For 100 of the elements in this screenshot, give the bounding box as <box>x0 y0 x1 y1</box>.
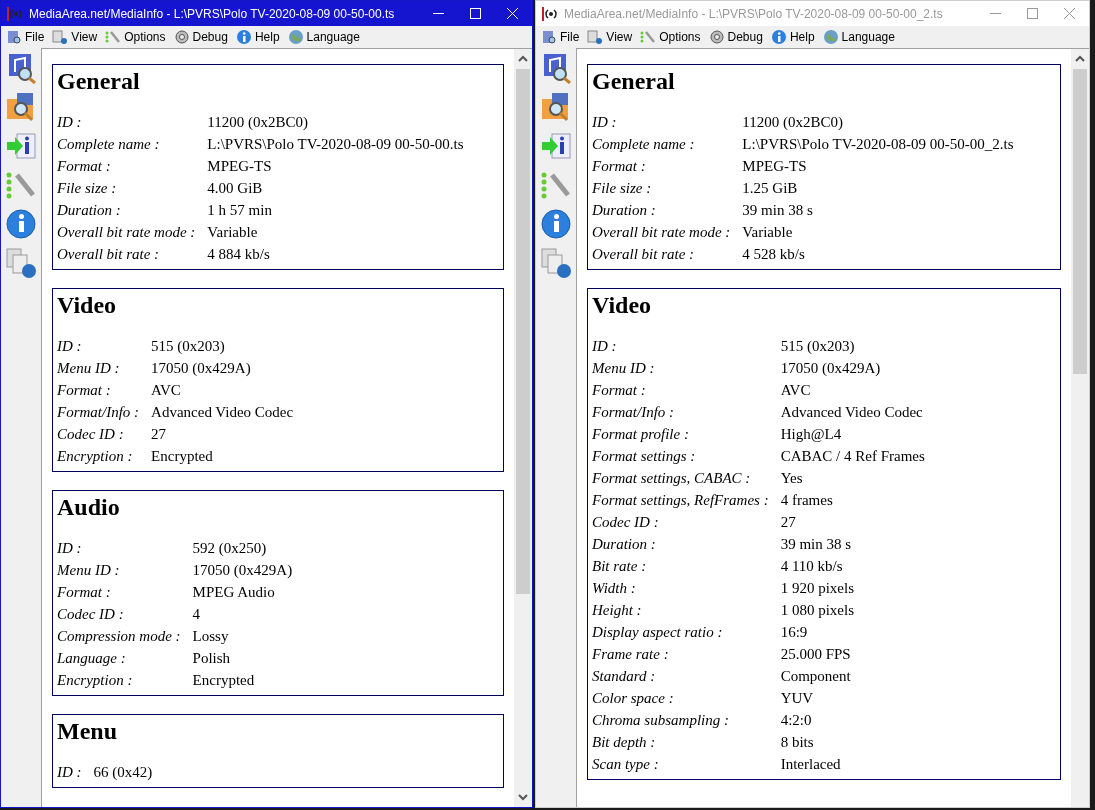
field-label: Menu ID : <box>57 559 193 581</box>
menu-item[interactable]: Debug <box>170 28 231 46</box>
menu-item[interactable]: Debug <box>705 28 766 46</box>
info-icon <box>235 29 252 45</box>
field-value: Yes <box>780 469 804 488</box>
field-label: Duration : <box>592 201 657 220</box>
field-label: Format : <box>57 155 208 177</box>
field-value: 1 920 pixels <box>780 579 855 598</box>
field-label: Duration : <box>57 201 122 220</box>
arrow-info-icon[interactable] <box>540 130 572 162</box>
field-value: Variable <box>207 223 259 242</box>
field-label: Format settings, RefFrames : <box>592 489 781 511</box>
field-label: Format : <box>592 155 743 177</box>
scrollbar[interactable] <box>514 49 532 807</box>
field-value: 4 110 kb/s <box>780 557 844 576</box>
menu-item[interactable]: File <box>538 28 583 46</box>
menu-item[interactable]: Options <box>637 28 704 46</box>
field-value: 515 (0x203) <box>151 337 226 356</box>
field-value: 16:9 <box>780 623 809 642</box>
window-title: MediaArea.net/MediaInfo - L:\PVRS\Polo TV-2020-08-09 00-50-00_2.ts <box>564 5 943 23</box>
field-label: Encryption : <box>57 445 152 467</box>
menu-item[interactable]: View <box>49 28 101 46</box>
documents-icon <box>52 29 69 45</box>
field-value: 4:2:0 <box>780 711 813 730</box>
section-heading: Video <box>592 291 653 320</box>
field-value: 17050 (0x429A) <box>192 561 293 580</box>
arrow-info-icon[interactable] <box>5 130 37 162</box>
app-icon <box>542 5 558 22</box>
field-value: Polish <box>192 649 232 668</box>
info-icon <box>770 29 787 45</box>
field-label: Language : <box>57 647 193 669</box>
wrench-icon <box>105 29 122 45</box>
field-value: Advanced Video Codec <box>780 403 924 422</box>
section-heading: General <box>592 67 676 96</box>
field-value: 1.25 GiB <box>742 179 799 198</box>
field-value: MPEG-TS <box>207 157 273 176</box>
field-label: Color space : <box>592 687 781 709</box>
menu-item[interactable]: View <box>584 28 636 46</box>
field-value: Variable <box>742 223 794 242</box>
section-heading: Menu <box>57 717 118 746</box>
field-value: 1 080 pixels <box>780 601 855 620</box>
field-label: Codec ID : <box>57 423 152 445</box>
field-value: 1 h 57 min <box>207 201 273 220</box>
field-label: ID : <box>592 113 618 132</box>
field-label: Overall bit rate mode : <box>592 221 743 243</box>
field-label: Format profile : <box>592 423 781 445</box>
field-value: AVC <box>151 381 182 400</box>
field-value: Encrypted <box>192 671 256 690</box>
menu-item[interactable]: Help <box>232 28 283 46</box>
field-label: Bit depth : <box>592 731 781 753</box>
menu-item[interactable]: Language <box>819 28 898 46</box>
section-heading: Audio <box>57 493 121 522</box>
field-label: Overall bit rate : <box>592 243 743 265</box>
field-value: Advanced Video Codec <box>151 403 294 422</box>
field-label: Format/Info : <box>592 401 781 423</box>
scrollbar[interactable] <box>1071 49 1089 807</box>
field-label: ID : <box>57 761 94 783</box>
field-value: 66 (0x42) <box>93 763 153 782</box>
scroll-thumb[interactable] <box>516 69 530 594</box>
field-label: Format settings, CABAC : <box>592 467 781 489</box>
field-label: Menu ID : <box>57 359 121 378</box>
documents-globe-icon[interactable] <box>5 247 37 279</box>
scroll-thumb[interactable] <box>1073 69 1087 374</box>
field-label: Codec ID : <box>57 603 193 625</box>
app-icon <box>7 5 23 22</box>
field-value: L:\PVRS\Polo TV-2020-08-09 00-50-00.ts <box>207 135 464 154</box>
field-value: 25.000 FPS <box>780 645 852 664</box>
field-value: 4 frames <box>780 491 834 510</box>
field-label: Format : <box>592 379 781 401</box>
info-icon[interactable] <box>540 208 572 240</box>
field-label: Complete name : <box>592 133 743 155</box>
field-label: ID : <box>57 335 152 357</box>
globe-icon <box>822 29 839 45</box>
field-value: 515 (0x203) <box>780 337 856 356</box>
field-label: Format : <box>57 581 193 603</box>
documents-globe-icon[interactable] <box>540 247 572 279</box>
field-label: Compression mode : <box>57 625 193 647</box>
field-value: 17050 (0x429A) <box>151 359 252 378</box>
field-label: Frame rate : <box>592 643 781 665</box>
menu-item[interactable]: Language <box>284 28 363 46</box>
field-value: YUV <box>780 689 815 708</box>
info-icon[interactable] <box>5 208 37 240</box>
field-label: Display aspect ratio : <box>592 623 724 642</box>
field-label: Encryption : <box>57 669 193 691</box>
menu-item[interactable]: Options <box>102 28 169 46</box>
field-label: Bit rate : <box>592 555 781 577</box>
menu-item[interactable]: File <box>3 28 48 46</box>
field-value: AVC <box>780 381 812 400</box>
field-label: Overall bit rate mode : <box>57 221 208 243</box>
menu-item[interactable]: Help <box>767 28 818 46</box>
field-label: Standard : <box>592 665 781 687</box>
field-value: 17050 (0x429A) <box>780 359 882 378</box>
field-label: File size : <box>592 179 653 198</box>
field-value: Interlaced <box>780 755 842 774</box>
field-label: Height : <box>592 601 643 620</box>
field-label: Format settings : <box>592 445 781 467</box>
field-value: 4.00 GiB <box>207 179 264 198</box>
field-value: 4 884 kb/s <box>207 245 271 264</box>
field-value: Component <box>780 667 852 686</box>
field-label: Complete name : <box>57 133 208 155</box>
